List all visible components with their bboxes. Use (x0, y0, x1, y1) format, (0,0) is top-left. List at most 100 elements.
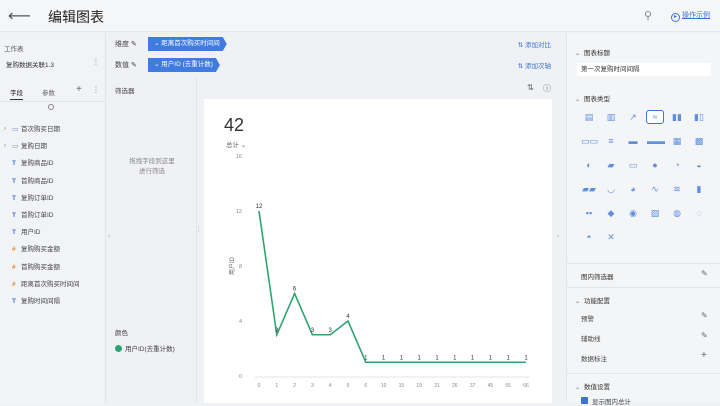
chart-type-option[interactable]: ◡ (603, 183, 619, 195)
info-icon[interactable]: ⓘ (543, 83, 551, 94)
chart-type-option[interactable]: ◐ (581, 159, 597, 171)
section-chart-type[interactable]: ⌄ 图表类型 (575, 93, 610, 103)
chart-type-option[interactable]: ▥ (603, 111, 619, 123)
chart-type-option[interactable]: ▦ (669, 135, 685, 147)
legend-item[interactable]: 用户ID(去重计数) (115, 343, 175, 353)
chart-type-option[interactable]: ▮ (691, 183, 707, 195)
chart-type-option[interactable]: ▪▪ (581, 207, 597, 219)
data-label: 1 (453, 355, 457, 361)
top-bar: ⟵ 编辑图表 ⚲ ▸ 操作示例 (0, 0, 720, 32)
edit-guide-line-icon[interactable]: ✎ (701, 331, 708, 340)
edit-icon[interactable]: ✎ (131, 62, 137, 69)
field-item[interactable]: T 复购商品ID (0, 155, 106, 172)
chart-type-option[interactable]: ≡ (603, 135, 619, 147)
add-icon[interactable]: + (76, 84, 82, 95)
chart-type-option[interactable]: ▩ (691, 135, 707, 147)
chart-type-option[interactable]: ≈ (646, 110, 664, 124)
filter-dropzone[interactable]: 拖拽字段到这里 进行筛选 (107, 157, 197, 177)
field-item[interactable]: # 首购购买金额 (0, 259, 106, 276)
chart-title-input[interactable]: 第一次复购时间间隔 (577, 63, 711, 76)
dataset-name[interactable]: 复购数据关联1.3 (6, 59, 54, 69)
pin-icon[interactable]: ⚲ (644, 9, 652, 22)
filter-title: 筛选器 (115, 88, 135, 95)
y-tick-label: 0 (239, 374, 242, 380)
chart-type-option[interactable]: ▮▮ (669, 111, 685, 123)
section-value-settings[interactable]: ⌄ 数值设置 (575, 381, 610, 391)
field-item[interactable]: › ▭ 首次购买日期 (0, 121, 106, 138)
chart-type-option[interactable]: ▭▭ (581, 135, 598, 147)
x-tick-label: 19 (416, 383, 422, 389)
data-label: 1 (489, 355, 493, 361)
chart-type-option[interactable]: ◆ (603, 207, 619, 219)
chart-type-option[interactable]: ▨ (647, 207, 663, 219)
field-search[interactable] (0, 101, 106, 113)
edit-inner-filter-icon[interactable]: ✎ (701, 269, 708, 278)
chart-type-option[interactable]: ◌ (691, 207, 707, 219)
field-item[interactable]: T 用户ID (0, 224, 106, 241)
chart-type-option[interactable]: ▤ (581, 111, 597, 123)
chart-type-option[interactable]: ◉ (625, 207, 641, 219)
edit-icon[interactable]: ✎ (131, 41, 137, 48)
x-tick-label: 45 (488, 383, 494, 389)
field-item[interactable]: # 复购购买金额 (0, 241, 106, 258)
tab-fields[interactable]: 字段 (10, 87, 23, 100)
field-label: 复购时间间隔 (21, 297, 60, 305)
x-tick-label: 5 (347, 383, 350, 389)
filter-hint-2: 进行筛选 (139, 168, 165, 175)
dimension-shelf: 维度 ✎ ⌄ 距离首次购买时间间 ⇅ 添加对比 (107, 35, 563, 53)
dimension-label: 维度 ✎ (115, 41, 137, 48)
value-shelf: 数值 ✎ ⌄ 用户ID (去重计数) ⇅ 添加次轴 (107, 56, 563, 74)
sort-icon[interactable]: ⇅ (527, 83, 534, 92)
x-tick-label: 26 (452, 383, 458, 389)
section-inner-filter[interactable]: 图内筛选器 (575, 271, 614, 281)
option-alert[interactable]: 预警 (581, 313, 594, 323)
data-label: 1 (418, 355, 422, 361)
add-secondary-axis-button[interactable]: ⇅ 添加次轴 (518, 60, 551, 70)
chart-type-option[interactable]: ↗ (625, 111, 641, 123)
section-feature-config[interactable]: ⌄ 功能配置 (575, 295, 610, 305)
resize-handle-icon[interactable]: ⋮ (195, 225, 202, 233)
add-compare-button[interactable]: ⇅ 添加对比 (518, 39, 551, 49)
value-pill[interactable]: ⌄ 用户ID (去重计数) (148, 58, 220, 72)
field-item[interactable]: # 距离首次购买时间间 (0, 276, 106, 293)
option-data-label[interactable]: 数据标注 (581, 353, 607, 363)
x-tick-label: 4 (329, 383, 332, 389)
field-item[interactable]: › ▭ 复购日期 (0, 138, 106, 155)
chart-type-option[interactable]: ▬▬ (647, 135, 665, 147)
help-link[interactable]: ▸ 操作示例 (671, 10, 710, 22)
option-guide-line[interactable]: 辅助线 (581, 333, 601, 343)
collapse-left-icon[interactable]: ‹ (108, 233, 110, 240)
chart-type-option[interactable]: ▰▰ (581, 183, 597, 195)
chart-type-option[interactable]: ▬ (625, 135, 641, 147)
chart-type-option[interactable]: ▭ (625, 159, 641, 171)
tab-params[interactable]: 参数 (42, 87, 55, 97)
chart-type-option[interactable]: ◒ (691, 159, 707, 171)
chart-type-option[interactable]: ◓ (581, 231, 597, 243)
expand-icon[interactable]: › (4, 121, 6, 138)
chart-type-option[interactable]: ◕ (625, 183, 641, 195)
more-icon[interactable]: ⋮ (92, 85, 100, 94)
field-item[interactable]: T 复购时间间隔 (0, 293, 106, 310)
chart-type-option[interactable]: ◔ (669, 159, 685, 171)
back-arrow-icon[interactable]: ⟵ (8, 6, 31, 26)
chart-type-option[interactable]: ◍ (669, 207, 685, 219)
expand-icon[interactable]: › (4, 138, 6, 155)
field-item[interactable]: T 首购订单ID (0, 207, 106, 224)
chart-type-option[interactable]: ✕ (603, 231, 619, 243)
chart-type-option[interactable]: ● (647, 159, 663, 171)
chart-type-option[interactable]: ▰ (603, 159, 619, 171)
section-chart-title[interactable]: ⌄ 图表标题 (575, 47, 610, 57)
chart-type-option[interactable]: ▮▯ (691, 111, 707, 123)
collapse-right-icon[interactable]: › (557, 233, 559, 240)
field-item[interactable]: T 首购商品ID (0, 173, 106, 190)
edit-alert-icon[interactable]: ✎ (701, 311, 708, 320)
dataset-more-icon[interactable]: ⋮ (92, 57, 100, 66)
add-data-label-icon[interactable]: + (701, 350, 707, 361)
x-tick-label: 2 (293, 383, 296, 389)
chart-type-option[interactable]: ≋ (669, 183, 685, 195)
dimension-pill[interactable]: ⌄ 距离首次购买时间间 (148, 37, 227, 51)
field-item[interactable]: T 复购订单ID (0, 190, 106, 207)
text-type-icon: T (12, 177, 16, 185)
chart-type-option[interactable]: ∿ (647, 183, 663, 195)
play-icon: ▸ (671, 13, 680, 22)
